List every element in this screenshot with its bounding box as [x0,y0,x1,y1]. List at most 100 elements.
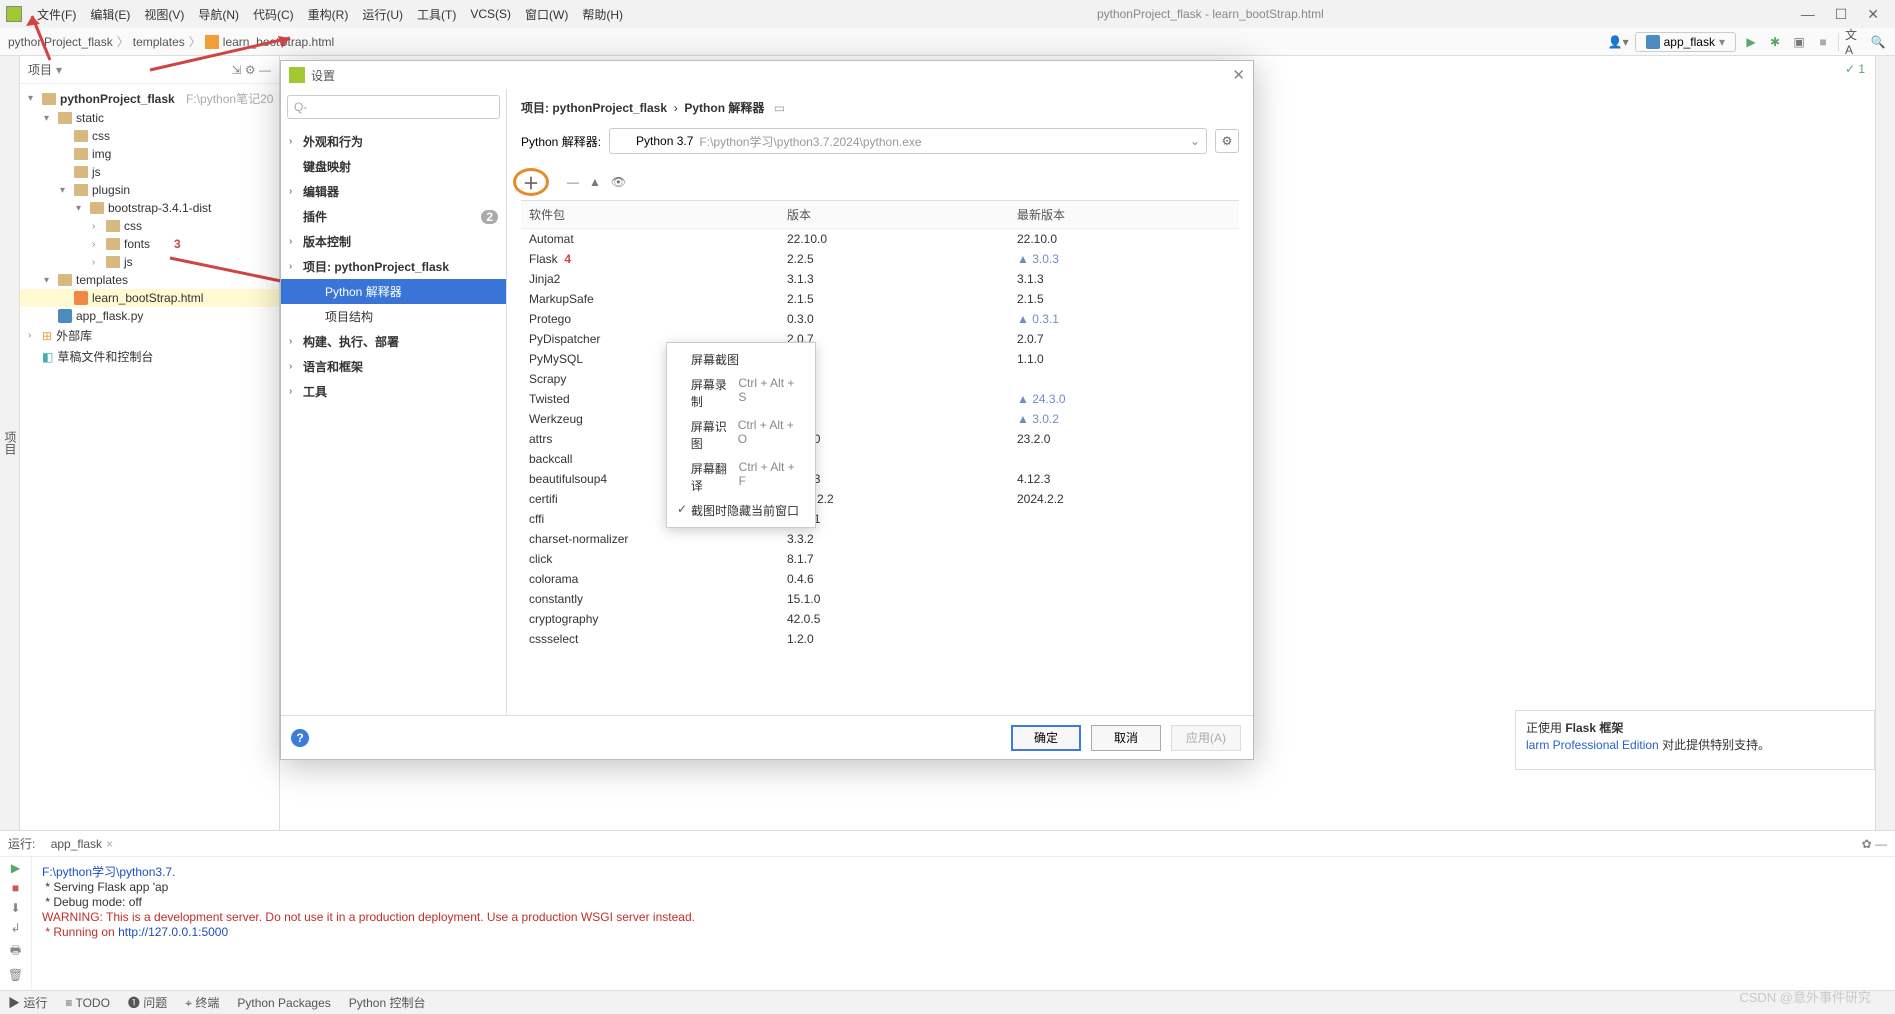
down-icon[interactable]: ⬇ [10,901,20,915]
table-row[interactable]: constantly15.1.0 [521,589,1239,609]
tree-fonts[interactable]: ›fonts3 [20,235,279,253]
run-tab[interactable]: app_flask [51,837,102,851]
settings-side-item[interactable]: ›外观和行为 [281,129,506,154]
context-menu-item[interactable]: 屏幕识图Ctrl + Alt + O [667,414,815,456]
tree-b-css[interactable]: ›css [20,217,279,235]
package-table[interactable]: 软件包 版本 最新版本 Automat22.10.022.10.0Flask 4… [521,200,1239,705]
stop-icon[interactable]: ■ [12,881,19,895]
tree-external[interactable]: ›⊞外部库 [20,325,279,346]
add-package-button[interactable]: ＋ [513,168,549,196]
stop-button[interactable]: ■ [1814,33,1832,51]
table-row[interactable]: cryptography42.0.5 [521,609,1239,629]
settings-side-item[interactable]: 插件2 [281,204,506,229]
hint-link[interactable]: larm Professional Edition [1526,738,1659,752]
table-row[interactable]: Twisted▲ 24.3.0 [521,389,1239,409]
col-version[interactable]: 版本 [779,201,1009,229]
sb-todo[interactable]: ≡ TODO [65,996,110,1010]
sb-pyconsole[interactable]: Python 控制台 [349,994,426,1011]
cancel-button[interactable]: 取消 [1091,725,1161,751]
chevron-down-icon[interactable]: ▾ [56,63,62,77]
console-output[interactable]: F:\python学习\python3.7. * Serving Flask a… [32,857,1895,990]
settings-side-item[interactable]: Python 解释器 [281,279,506,304]
print-icon[interactable]: 🖶 [10,941,21,962]
settings-side-item[interactable]: ›构建、执行、部署 [281,329,506,354]
eye-icon[interactable]: 👁 [611,175,626,189]
table-row[interactable]: charset-normalizer3.3.2 [521,529,1239,549]
menu-vcs[interactable]: VCS(S) [463,7,518,21]
tree-bootstrap[interactable]: ▾bootstrap-3.4.1-dist [20,199,279,217]
menu-window[interactable]: 窗口(W) [518,6,575,23]
context-menu-item[interactable]: 屏幕录制Ctrl + Alt + S [667,372,815,414]
menu-help[interactable]: 帮助(H) [575,6,630,23]
tree-learn[interactable]: learn_bootStrap.html [20,289,279,307]
settings-side-item[interactable]: 键盘映射 [281,154,506,179]
upgrade-package-icon[interactable]: ▲ [589,175,601,189]
table-row[interactable]: backcall0.2.0 [521,449,1239,469]
tree-css[interactable]: css [20,127,279,145]
tree-app[interactable]: app_flask.py [20,307,279,325]
table-row[interactable]: Automat22.10.022.10.0 [521,229,1239,250]
user-icon[interactable]: 👤▾ [1608,35,1629,49]
table-row[interactable]: click8.1.7 [521,549,1239,569]
tree-templates[interactable]: ▾templates [20,271,279,289]
proj-tab[interactable]: 项目 [3,431,17,455]
menu-refactor[interactable]: 重构(R) [301,6,356,23]
table-row[interactable]: PyDispatcher2.0.72.0.7 [521,329,1239,349]
sb-pypackages[interactable]: Python Packages [237,996,330,1010]
close-button[interactable]: ✕ [1857,6,1889,23]
sb-terminal[interactable]: ⌖ 终端 [185,994,219,1011]
close-tab-icon[interactable]: × [106,837,113,851]
tree-scratch[interactable]: ◧草稿文件和控制台 [20,346,279,367]
settings-side-item[interactable]: ›工具 [281,379,506,404]
table-row[interactable]: beautifulsoup44.12.34.12.3 [521,469,1239,489]
run-config-selector[interactable]: app_flask ▾ [1635,32,1736,52]
table-row[interactable]: MarkupSafe2.1.52.1.5 [521,289,1239,309]
settings-side-item[interactable]: ›语言和框架 [281,354,506,379]
collapse-icon[interactable]: ⇲ ⚙ — [232,63,271,77]
context-menu-item[interactable]: 屏幕截图 [667,347,815,372]
tree-plugsin[interactable]: ▾plugsin [20,181,279,199]
run-button[interactable]: ▶ [1742,33,1760,51]
table-row[interactable]: Flask 42.2.5▲ 3.0.3 [521,249,1239,269]
menu-code[interactable]: 代码(C) [246,6,301,23]
settings-side-item[interactable]: ›编辑器 [281,179,506,204]
crumb-folder[interactable]: templates [133,35,185,49]
ok-button[interactable]: 确定 [1011,725,1081,751]
sb-run[interactable]: ▶ 运行 [8,994,47,1011]
translate-icon[interactable]: 文A [1845,33,1863,51]
table-row[interactable]: Scrapy [521,369,1239,389]
sb-problems[interactable]: ❶ 问题 [128,994,167,1011]
tree-root[interactable]: ▾pythonProject_flask F:\python笔记20 [20,88,279,109]
table-row[interactable]: cffi1.15.1 [521,509,1239,529]
minimize-button[interactable]: — [1791,6,1825,22]
context-menu-item[interactable]: 屏幕翻译Ctrl + Alt + F [667,456,815,498]
rerun-icon[interactable]: ▶ [11,861,20,875]
table-row[interactable]: PyMySQL1.1.0 [521,349,1239,369]
context-menu-item[interactable]: ✓截图时隐藏当前窗口 [667,498,815,523]
table-row[interactable]: Jinja23.1.33.1.3 [521,269,1239,289]
inspection-status[interactable]: ✓ 1 [1845,62,1865,76]
settings-side-item[interactable]: 项目结构 [281,304,506,329]
trash-icon[interactable]: 🗑 [8,968,23,982]
interpreter-gear-button[interactable]: ⚙ [1215,129,1239,153]
remove-package-icon[interactable]: — [567,175,579,189]
settings-search-input[interactable]: Q- [287,95,500,119]
panel-settings-icon[interactable]: ✿ — [1862,837,1887,851]
tree-static[interactable]: ▾static [20,109,279,127]
coverage-button[interactable]: ▣ [1790,33,1808,51]
menu-tools[interactable]: 工具(T) [410,6,463,23]
tree-js[interactable]: js [20,163,279,181]
crumb-root[interactable]: pythonProject_flask [8,35,113,49]
menu-run[interactable]: 运行(U) [355,6,410,23]
table-row[interactable]: Werkzeug▲ 3.0.2 [521,409,1239,429]
interpreter-select[interactable]: Python 3.7 F:\python学习\python3.7.2024\py… [609,128,1207,154]
help-icon[interactable]: ? [291,729,309,747]
tree-img[interactable]: img [20,145,279,163]
menu-edit[interactable]: 编辑(E) [83,6,137,23]
crumb-file[interactable]: learn_bootStrap.html [223,35,334,49]
dialog-close-icon[interactable]: ✕ [1232,66,1245,84]
col-package[interactable]: 软件包 [521,201,779,229]
table-row[interactable]: certifi2024.2.22024.2.2 [521,489,1239,509]
col-latest[interactable]: 最新版本 [1009,201,1239,229]
debug-button[interactable]: ✱ [1766,33,1784,51]
